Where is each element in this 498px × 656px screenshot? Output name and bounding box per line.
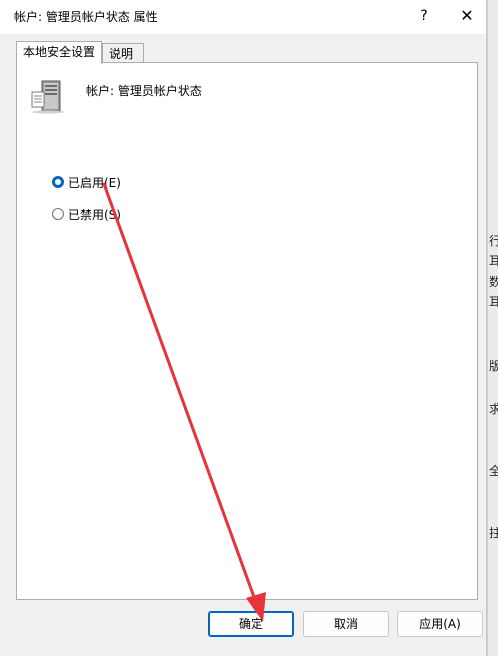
cancel-button[interactable]: 取消 (303, 611, 389, 637)
background-text-fragment: 求 (489, 402, 498, 416)
radio-enabled[interactable]: 已启用(E) (52, 174, 121, 190)
help-button[interactable]: ? (410, 4, 438, 28)
tab-panel (16, 62, 478, 600)
background-window-edge (487, 0, 498, 656)
ok-button[interactable]: 确定 (208, 611, 294, 637)
radio-disabled-indicator[interactable] (52, 208, 64, 220)
tab-explain[interactable]: 说明 (102, 43, 144, 63)
radio-disabled-label[interactable]: 已禁用(S) (68, 206, 121, 223)
server-icon (31, 80, 64, 114)
background-text-fragment: 拄 (489, 526, 498, 540)
window-title: 帐户: 管理员帐户状态 属性 (14, 10, 158, 24)
radio-enabled-label[interactable]: 已启用(E) (68, 174, 121, 191)
background-text-fragment: 耳 (489, 295, 498, 309)
background-text-fragment: 耳 (489, 254, 498, 268)
background-text-fragment: 全 (489, 464, 498, 478)
close-button[interactable]: ✕ (452, 4, 482, 28)
background-text-fragment: 行 (489, 234, 498, 248)
apply-button[interactable]: 应用(A) (397, 611, 483, 637)
radio-disabled[interactable]: 已禁用(S) (52, 206, 121, 222)
radio-enabled-indicator[interactable] (52, 176, 64, 188)
policy-name: 帐户: 管理员帐户状态 (86, 84, 202, 98)
tab-local-security-setting[interactable]: 本地安全设置 (16, 41, 102, 64)
title-bar: 帐户: 管理员帐户状态 属性 ? ✕ (0, 0, 486, 34)
background-text-fragment: 版 (489, 359, 498, 373)
properties-dialog: 帐户: 管理员帐户状态 属性 ? ✕ 本地安全设置 说明 帐户: 管理员帐户状态… (0, 0, 487, 656)
background-text-fragment: 数 (489, 275, 498, 289)
